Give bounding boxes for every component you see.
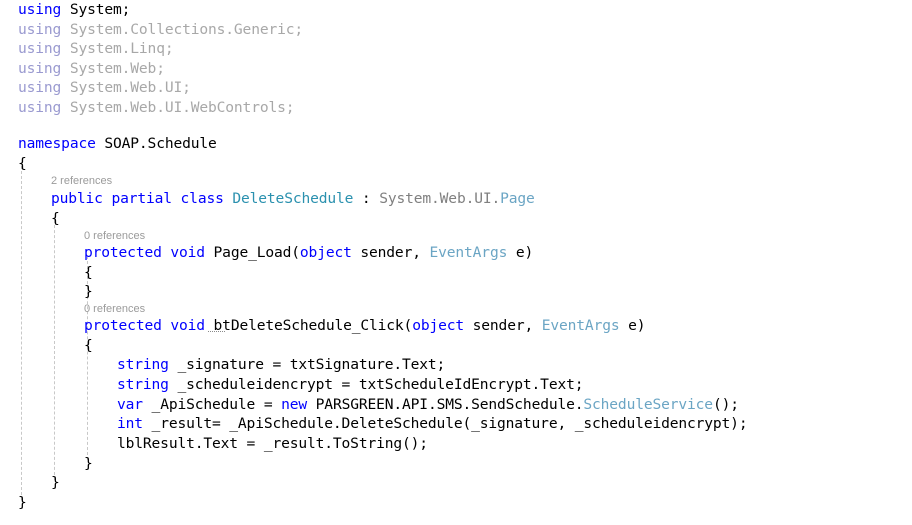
code-token: : <box>353 190 380 207</box>
code-token: System; <box>69 1 131 18</box>
code-token: lblResult.Text = _result.ToString(); <box>117 435 428 452</box>
code-token: { <box>84 336 93 354</box>
code-token: _signature = txtSignature.Text; <box>168 356 446 373</box>
code-token: using <box>18 59 70 77</box>
code-line[interactable]: public partial class DeleteSchedule : Sy… <box>0 189 535 209</box>
code-token: sender, <box>351 244 430 261</box>
code-token: { <box>51 209 60 227</box>
code-line[interactable]: using System.Collections.Generic; <box>0 20 303 40</box>
code-line[interactable]: using System.Web; <box>0 59 165 79</box>
code-token: Page <box>500 190 535 207</box>
code-token: _result= _ApiSchedule.DeleteSchedule(_si… <box>142 415 748 432</box>
code-token: System.Linq; <box>69 40 174 57</box>
code-line[interactable]: string _scheduleidencrypt = txtScheduleI… <box>0 375 584 395</box>
code-token: string <box>117 376 169 393</box>
codelens-references[interactable]: 0 references <box>84 229 145 244</box>
code-token: namespace <box>18 135 105 152</box>
code-token: System.Web.UI.WebControls; <box>69 98 295 116</box>
code-token: var <box>117 395 143 413</box>
code-token: System.Web; <box>69 59 165 77</box>
code-editor-surface[interactable]: using System; using System.Collections.Ge… <box>0 0 912 525</box>
code-line[interactable]: using System; <box>0 0 130 20</box>
code-token: EventArgs <box>429 244 508 261</box>
code-line[interactable]: } <box>0 473 60 493</box>
code-token: System.Web.UI; <box>69 79 191 96</box>
code-token: e) <box>619 317 646 334</box>
code-token: DeleteSchedule <box>232 190 354 207</box>
code-token: btDeleteSchedule_Click( <box>213 317 413 334</box>
code-line[interactable]: } <box>0 454 93 474</box>
code-token: } <box>84 454 93 472</box>
code-line[interactable]: { <box>0 336 93 356</box>
code-token: using <box>18 20 70 38</box>
code-token: System.Collections.Generic; <box>69 20 304 38</box>
code-token: (); <box>712 395 739 413</box>
code-line[interactable]: int _result= _ApiSchedule.DeleteSchedule… <box>0 414 748 434</box>
code-token: e) <box>507 244 534 261</box>
code-token: sender, <box>464 317 542 334</box>
codelens-references[interactable]: 2 references <box>51 174 112 189</box>
code-line[interactable]: using System.Web.UI.WebControls; <box>0 98 295 118</box>
code-token: { <box>84 263 93 281</box>
code-token: } <box>84 283 93 300</box>
code-line[interactable]: } <box>0 493 27 513</box>
code-token: public partial class <box>51 190 233 207</box>
code-line[interactable]: using System.Linq; <box>0 39 174 59</box>
code-token: object <box>299 244 352 261</box>
code-token: protected void <box>84 244 214 261</box>
code-line[interactable]: string _signature = txtSignature.Text; <box>0 355 445 375</box>
code-line[interactable]: namespace SOAP.Schedule <box>0 134 217 154</box>
code-line[interactable]: { <box>0 209 60 229</box>
code-token: int <box>117 415 143 432</box>
code-token: using <box>18 79 70 96</box>
code-token: PARSGREEN.API.SMS.SendSchedule. <box>307 395 584 413</box>
code-token: protected void <box>84 317 214 334</box>
code-token: } <box>18 493 27 511</box>
code-token: using <box>18 1 70 18</box>
code-line[interactable]: { <box>0 154 27 174</box>
code-token: string <box>117 356 169 373</box>
code-line[interactable]: protected void Page_Load(object sender, … <box>0 243 533 263</box>
code-line[interactable]: { <box>0 263 93 283</box>
code-line[interactable]: var _ApiSchedule = new PARSGREEN.API.SMS… <box>0 395 739 415</box>
code-token: EventArgs <box>541 317 620 334</box>
code-token: Page_Load( <box>213 244 301 261</box>
code-token: new <box>281 395 308 413</box>
code-token: } <box>51 474 60 491</box>
code-token: ScheduleService <box>583 395 713 413</box>
code-line[interactable]: } <box>0 282 93 302</box>
code-token: { <box>18 154 27 172</box>
code-line[interactable]: using System.Web.UI; <box>0 78 191 98</box>
code-line[interactable]: protected void btDeleteSchedule_Click(ob… <box>0 316 646 336</box>
code-token: object <box>412 317 465 334</box>
code-line[interactable]: lblResult.Text = _result.ToString(); <box>0 434 428 454</box>
code-token: System.Web.UI. <box>379 190 501 207</box>
code-token: SOAP.Schedule <box>104 135 217 152</box>
code-token: _scheduleidencrypt = txtScheduleIdEncryp… <box>168 376 584 393</box>
codelens-references[interactable]: 0 references <box>84 302 145 317</box>
code-token: using <box>18 98 70 116</box>
code-token: _ApiSchedule = <box>142 395 282 413</box>
code-token: using <box>18 40 70 57</box>
